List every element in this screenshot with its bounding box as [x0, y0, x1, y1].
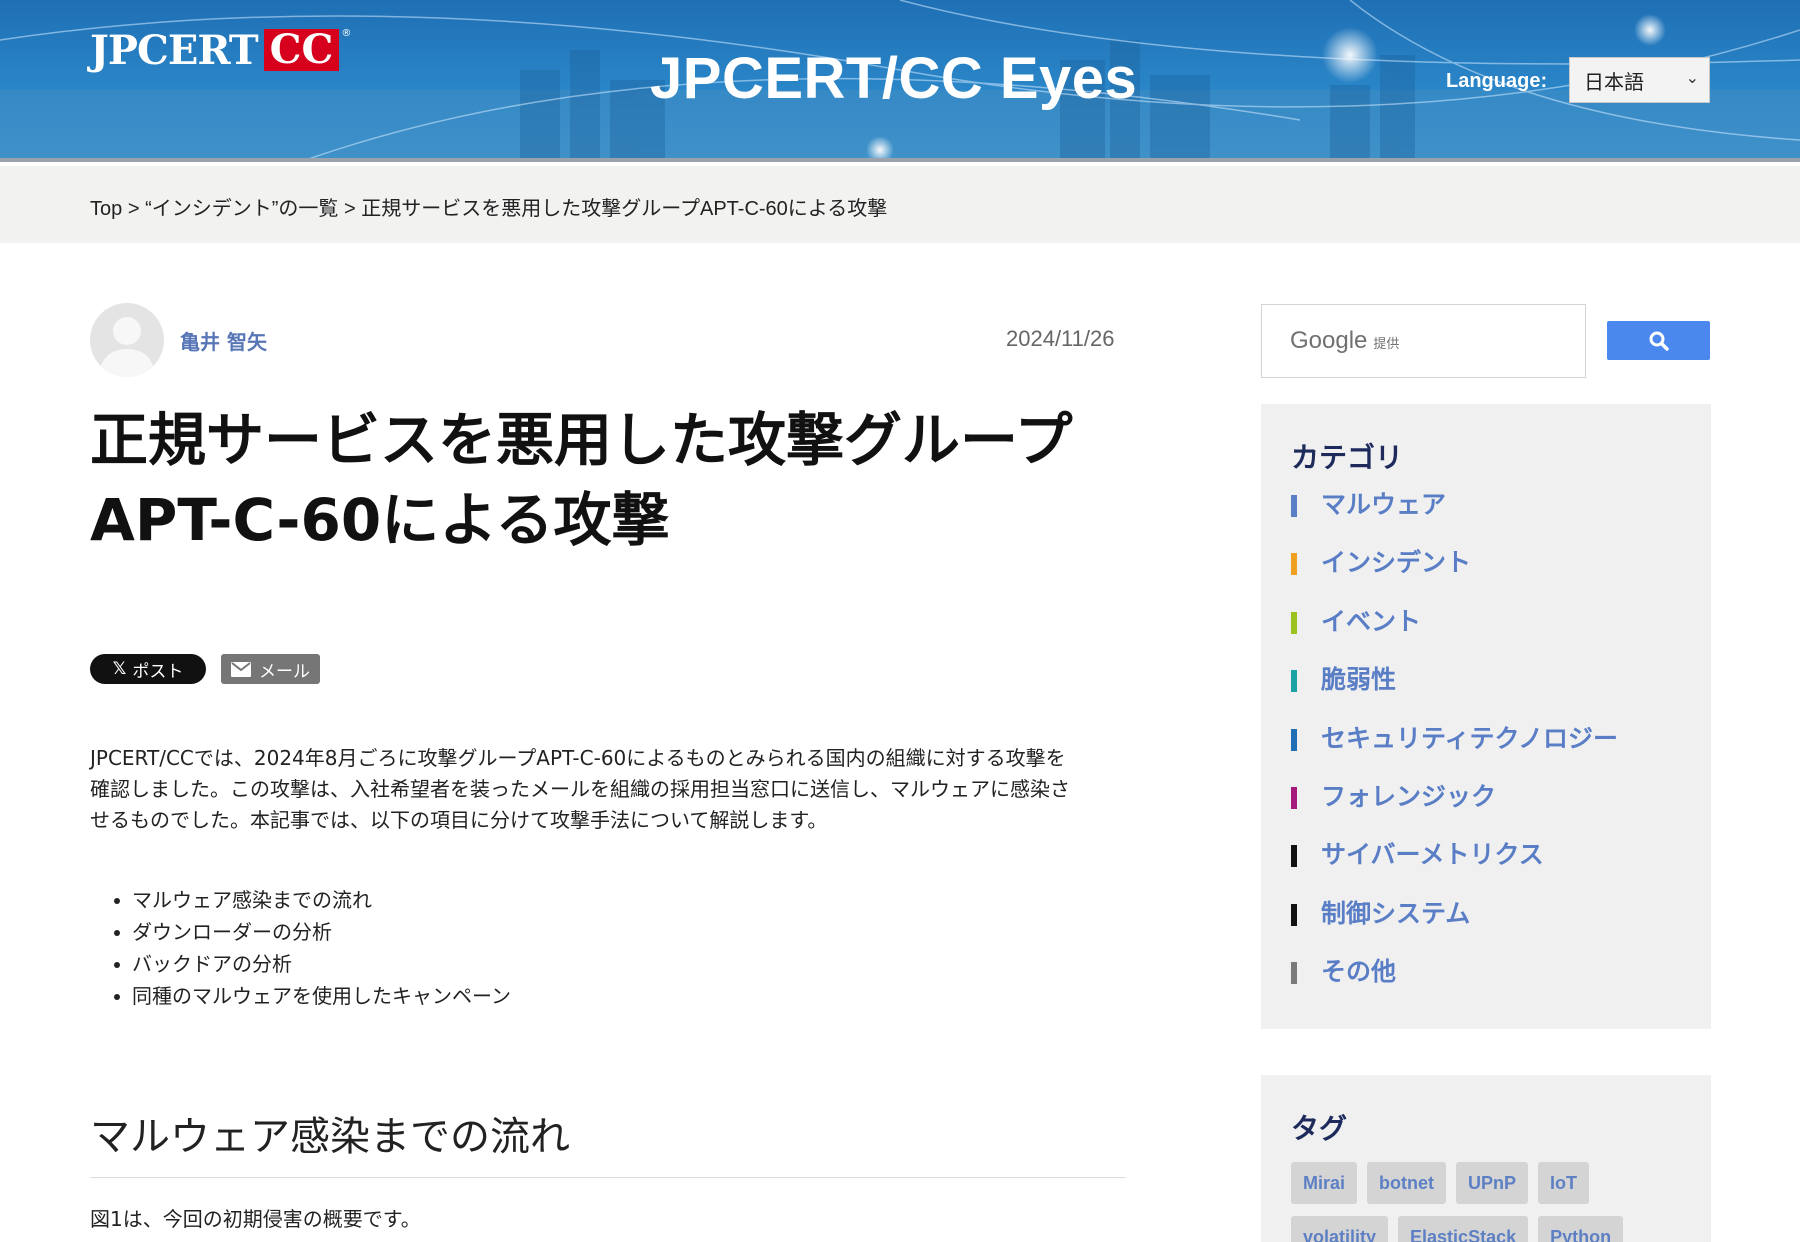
site-header: JPCERT CC ® JPCERT/CC Eyes Language: 日本語… — [0, 0, 1800, 162]
breadcrumb-separator: > — [127, 198, 140, 220]
category-label: インシデント — [1321, 548, 1472, 578]
category-color-marker — [1291, 962, 1297, 985]
category-color-marker — [1291, 903, 1297, 926]
jpcert-logo[interactable]: JPCERT CC ® — [90, 26, 352, 74]
category-label: マルウェア — [1321, 490, 1447, 519]
category-list: マルウェアインシデント イベント脆弱性セキュリティテクノロジー フォレンジックサイバ… — [1291, 489, 1618, 1015]
tag-panel-title: タグ — [1291, 1112, 1348, 1145]
sidebar-category-item[interactable]: 制御システム — [1291, 898, 1618, 956]
tag-chip[interactable]: IoT — [1538, 1162, 1590, 1204]
section-paragraph: 図1は、今回の初期侵害の概要です。 — [90, 1207, 421, 1231]
site-title[interactable]: JPCERT/CC Eyes — [650, 45, 1137, 112]
tag-list: Mirai botnet UPnP IoT volatility ElasticStack… — [1291, 1162, 1701, 1242]
category-label: セキュリティテクノロジー — [1321, 723, 1619, 753]
search-icon — [1649, 331, 1669, 351]
category-color-marker — [1291, 728, 1297, 751]
logo-cc-badge: CC — [263, 29, 340, 71]
tag-chip[interactable]: volatility — [1291, 1216, 1389, 1242]
breadcrumb-separator: > — [343, 198, 356, 220]
section-heading: マルウェア感染までの流れ — [90, 1114, 570, 1160]
tag-chip[interactable]: UPnP — [1456, 1162, 1529, 1204]
category-panel: カテゴリ マルウェアインシデント イベント脆弱性セキュリティテクノロジー フォレンジ… — [1261, 404, 1711, 1029]
category-label: 脆弱性 — [1321, 665, 1397, 695]
share-post-label: ポスト — [132, 661, 184, 682]
logo-registered-mark: ® — [341, 28, 352, 39]
breadcrumb: Top > “インシデント”の一覧 > 正規サービスを悪用した攻撃グループAPT… — [90, 192, 887, 221]
category-color-marker — [1291, 553, 1297, 576]
search-button[interactable] — [1607, 321, 1710, 360]
breadcrumb-top-link[interactable]: Top — [90, 198, 122, 220]
x-icon: 𝕏 — [112, 659, 127, 679]
breadcrumb-current: 正規サービスを悪用した攻撃グループAPT-C-60による攻撃 — [361, 198, 888, 220]
article-title-line: APT-C-60による攻撃 — [90, 486, 670, 554]
share-mail-button[interactable]: メール — [221, 654, 320, 684]
list-item: マルウェア感染までの流れ — [90, 884, 511, 916]
sidebar-category-item[interactable]: その他 — [1291, 956, 1618, 1014]
tag-chip[interactable]: ElasticStack — [1398, 1216, 1529, 1242]
publish-date: 2024/11/26 — [1006, 326, 1115, 351]
breadcrumb-category-link[interactable]: “インシデント”の一覧 — [145, 198, 338, 220]
article-title-line: 正規サービスを悪用した攻撃グループ — [90, 406, 1073, 474]
tag-panel: タグ Mirai botnet UPnP IoT volatility ElasticSt… — [1261, 1075, 1711, 1242]
sidebar-category-item[interactable]: フォレンジック — [1291, 781, 1618, 839]
tag-chip[interactable]: Mirai — [1291, 1162, 1358, 1204]
search-brand: Google 提供 — [1290, 327, 1399, 355]
search-input[interactable]: Google 提供 — [1261, 304, 1586, 378]
sidebar-category-item[interactable]: インシデント — [1291, 547, 1618, 605]
chevron-down-icon: ⌄ — [1685, 68, 1699, 87]
share-x-post-button[interactable]: 𝕏 ポスト — [90, 654, 206, 684]
author-avatar[interactable] — [90, 303, 164, 377]
list-item: バックドアの分析 — [90, 948, 511, 980]
logo-text: JPCERT — [90, 26, 259, 74]
sidebar-category-item[interactable]: サイバーメトリクス — [1291, 839, 1618, 897]
language-label: Language: — [1446, 70, 1548, 92]
share-mail-label: メール — [259, 661, 310, 682]
sidebar-category-item[interactable]: イベント — [1291, 606, 1618, 664]
list-item: 同種のマルウェアを使用したキャンペーン — [90, 980, 511, 1012]
tag-chip[interactable]: Python — [1538, 1216, 1624, 1242]
intro-line: せるものでした。本記事では、以下の項目に分けて攻撃手法について解説します。 — [90, 808, 828, 832]
category-label: イベント — [1321, 606, 1422, 636]
category-label: 制御システム — [1321, 898, 1471, 928]
language-selected-value: 日本語 — [1584, 69, 1644, 94]
category-label: フォレンジック — [1321, 781, 1497, 811]
intro-line: JPCERT/CCでは、2024年8月ごろに攻撃グループAPT-C-60によるも… — [90, 746, 1066, 770]
language-select[interactable]: 日本語 ⌄ — [1569, 57, 1710, 103]
category-color-marker — [1291, 670, 1297, 693]
category-color-marker — [1291, 495, 1297, 517]
category-panel-title: カテゴリ — [1291, 441, 1404, 474]
person-icon — [98, 317, 156, 377]
google-logo: Google — [1290, 327, 1368, 354]
category-color-marker — [1291, 786, 1297, 809]
sidebar-category-item[interactable]: セキュリティテクノロジー — [1291, 723, 1618, 781]
category-label: サイバーメトリクス — [1321, 840, 1544, 870]
category-color-marker — [1291, 845, 1297, 868]
list-item: ダウンローダーの分析 — [90, 916, 511, 948]
tag-chip[interactable]: botnet — [1367, 1162, 1446, 1204]
sidebar-category-item[interactable]: 脆弱性 — [1291, 664, 1618, 722]
intro-line: 確認しました。この攻撃は、入社希望者を装ったメールを組織の採用担当窓口に送信し、… — [90, 777, 1070, 801]
search-brand-sub: 提供 — [1373, 336, 1400, 351]
article-intro: JPCERT/CCでは、2024年8月ごろに攻撃グループAPT-C-60によるも… — [90, 743, 1128, 836]
article-title: 正規サービスを悪用した攻撃グループ APT-C-60による攻撃 — [90, 400, 1130, 560]
breadcrumb-bar: Top > “インシデント”の一覧 > 正規サービスを悪用した攻撃グループAPT… — [0, 166, 1800, 243]
author-name[interactable]: 亀井 智矢 — [180, 326, 267, 355]
section-divider — [90, 1177, 1126, 1178]
article-topic-list: マルウェア感染までの流れ ダウンローダーの分析 バックドアの分析 同種のマルウェ… — [90, 884, 511, 1012]
category-label: その他 — [1321, 957, 1397, 987]
envelope-icon — [231, 661, 251, 677]
sidebar-category-item[interactable]: マルウェア — [1291, 489, 1618, 547]
category-color-marker — [1291, 611, 1297, 634]
